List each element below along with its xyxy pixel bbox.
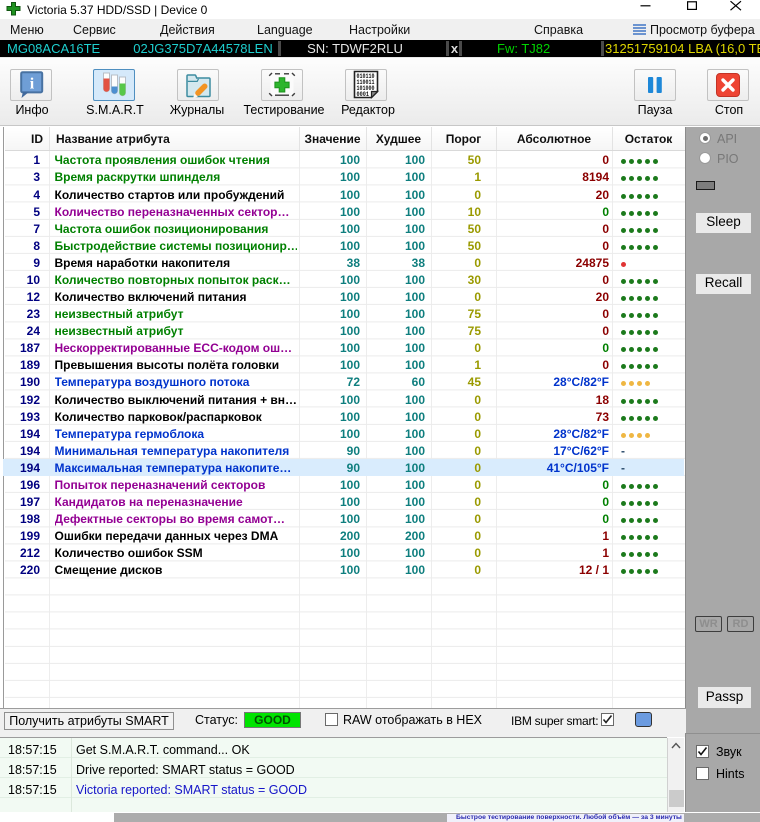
svg-text:0001: 0001 — [357, 91, 370, 99]
svg-text:i: i — [30, 75, 35, 92]
